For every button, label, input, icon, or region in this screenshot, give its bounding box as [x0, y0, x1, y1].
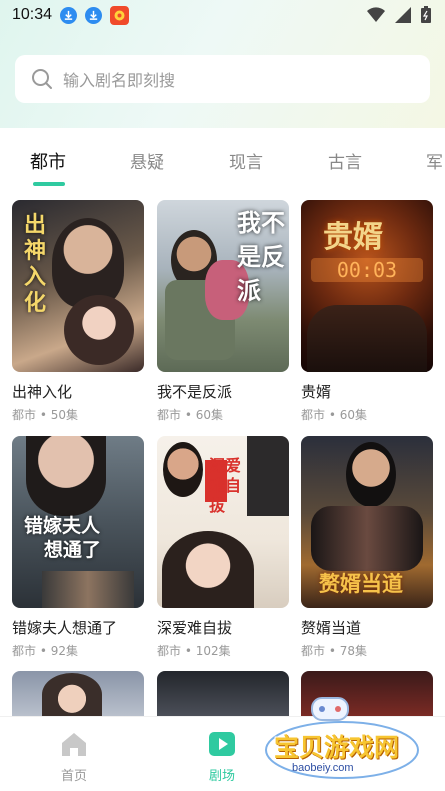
drama-poster[interactable]: 我不是反派: [157, 200, 289, 372]
actress-face: [162, 531, 254, 608]
tab-guyan[interactable]: 古言: [328, 148, 362, 173]
actor-figure: [247, 436, 289, 516]
status-time: 10:34: [12, 6, 53, 23]
home-icon: [62, 733, 86, 756]
search-icon: [32, 69, 52, 89]
actor-face: [163, 442, 203, 497]
drama-title[interactable]: 错嫁夫人想通了: [12, 617, 144, 638]
cast-strip: [42, 571, 134, 608]
category-tabs: 都市 悬疑 现言 古言 军: [0, 128, 445, 190]
drama-card[interactable]: 赘婿当道 赘婿当道 都市 • 78集: [301, 436, 433, 659]
battery-icon: [421, 6, 431, 23]
drama-meta: 都市 • 92集: [12, 644, 78, 658]
drama-poster-partial[interactable]: [12, 671, 144, 716]
drama-meta: 都市 • 78集: [301, 644, 367, 658]
drama-poster[interactable]: 深爱难自拔: [157, 436, 289, 608]
drama-poster[interactable]: 贵婿 00:03: [301, 200, 433, 372]
drama-card[interactable]: 深爱难自拔 深爱难自拔 都市 • 102集: [157, 436, 289, 659]
nav-theater[interactable]: 剧场: [192, 731, 252, 784]
actor-face: [52, 218, 124, 308]
drama-meta: 都市 • 60集: [157, 408, 223, 422]
poster-title: 出神入化: [24, 212, 47, 316]
app-notification-icon: [110, 5, 130, 25]
nav-home-label: 首页: [60, 769, 87, 784]
watermark-url: baobeiy.com: [292, 762, 354, 774]
search-input[interactable]: 输入剧名即刻搜: [63, 67, 175, 91]
nav-home[interactable]: 首页: [44, 731, 104, 784]
download-icon: [85, 6, 103, 24]
drama-title[interactable]: 出神入化: [12, 381, 144, 402]
drama-poster[interactable]: 出神入化: [12, 200, 144, 372]
drama-title[interactable]: 深爱难自拔: [157, 617, 289, 638]
actor-face: [346, 442, 396, 507]
tab-xianyan[interactable]: 现言: [229, 148, 263, 173]
site-watermark: 宝贝游戏网 baobeiy.com: [262, 690, 422, 785]
drama-card[interactable]: 出神入化 出神入化 都市 • 50集: [12, 200, 144, 423]
poster-title: 赘婿当道: [319, 571, 403, 596]
tab-jun[interactable]: 军: [426, 148, 443, 173]
tab-xuanyi[interactable]: 悬疑: [130, 148, 164, 173]
drama-card[interactable]: 贵婿 00:03 贵婿 都市 • 60集: [301, 200, 433, 423]
poster-title: 错嫁夫人 想通了: [24, 515, 101, 561]
drama-card[interactable]: 错嫁夫人 想通了 错嫁夫人想通了 都市 • 92集: [12, 436, 144, 659]
actress-face: [26, 436, 106, 516]
drama-meta: 都市 • 50集: [12, 408, 78, 422]
actress-face: [42, 673, 102, 716]
drama-title[interactable]: 我不是反派: [157, 381, 289, 402]
drama-title[interactable]: 赘婿当道: [301, 617, 433, 638]
nav-theater-label: 剧场: [208, 769, 235, 784]
search-bar[interactable]: 输入剧名即刻搜: [15, 55, 430, 103]
wifi-icon: [367, 6, 385, 22]
poster-title: 我不是反派: [237, 208, 285, 305]
drama-card[interactable]: 我不是反派 我不是反派 都市 • 60集: [157, 200, 289, 423]
cast-group: [307, 305, 427, 372]
watermark-text: 宝贝游戏网: [274, 733, 400, 762]
download-icon: [60, 6, 78, 24]
poster-title: 深爱难自拔: [209, 456, 242, 515]
play-icon: [209, 732, 235, 756]
tab-dushi[interactable]: 都市: [30, 148, 66, 174]
drama-poster[interactable]: 错嫁夫人 想通了: [12, 436, 144, 608]
drama-meta: 都市 • 102集: [157, 644, 231, 658]
poster-title: 贵婿: [323, 220, 383, 255]
drama-meta: 都市 • 60集: [301, 408, 367, 422]
cast-group: [311, 506, 423, 571]
drama-title[interactable]: 贵婿: [301, 381, 433, 402]
system-icons: [367, 6, 431, 23]
countdown-graphic: 00:03: [311, 258, 423, 282]
drama-poster[interactable]: 赘婿当道: [301, 436, 433, 608]
active-tab-indicator: [33, 182, 65, 186]
signal-icon: [395, 6, 411, 23]
actress-face: [64, 295, 134, 365]
